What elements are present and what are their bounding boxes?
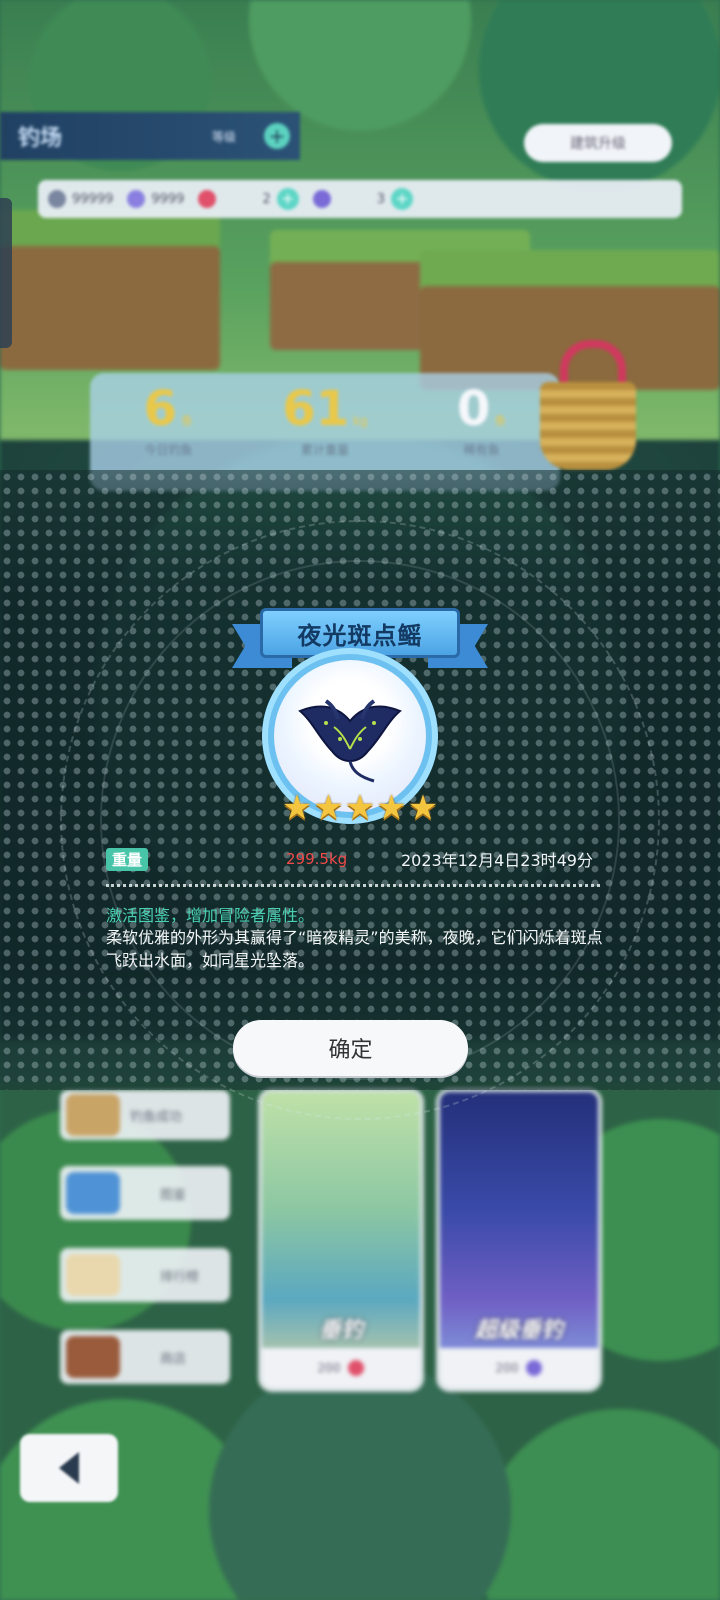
purple-orb-icon xyxy=(312,190,331,208)
shop-icon xyxy=(66,1336,120,1378)
terrace xyxy=(0,210,220,370)
star-icon: ★ xyxy=(407,788,439,828)
fishing-card[interactable]: 垂钓 200 xyxy=(262,1092,420,1388)
resource-coins: 99999 xyxy=(48,190,113,208)
chest-icon xyxy=(66,1094,120,1136)
back-button[interactable] xyxy=(20,1434,118,1502)
weight-value: 299.5kg xyxy=(286,850,348,868)
side-menu-label: 图鉴 xyxy=(160,1187,187,1203)
price-value: 200 xyxy=(495,1361,519,1375)
activate-collection-text: 激活图鉴，增加冒险者属性。 xyxy=(106,906,315,925)
star-icon: ★ xyxy=(344,788,376,828)
side-menu-label: 商店 xyxy=(160,1351,187,1367)
red-orb-icon xyxy=(198,190,217,208)
star-icon: ★ xyxy=(313,788,344,828)
back-arrow-icon xyxy=(59,1452,79,1484)
book-icon xyxy=(66,1172,120,1214)
resource-value: 99999 xyxy=(72,191,114,207)
stat-number: 0 xyxy=(456,381,491,437)
stat-unit: 条 xyxy=(494,414,507,428)
basket-body xyxy=(540,382,636,470)
catch-info-row: 重量 299.5kg 2023年12月4日23时49分 xyxy=(106,846,606,872)
card-label: 超级垂钓 xyxy=(474,1318,563,1343)
side-menu-item-shop[interactable]: 商店 xyxy=(60,1330,230,1384)
stat-number: 61 xyxy=(282,381,350,437)
side-menu-label: 排行榜 xyxy=(160,1269,200,1285)
add-purple-orb-button[interactable]: + xyxy=(391,188,414,210)
side-menu-item-collection[interactable]: 图鉴 xyxy=(60,1166,230,1220)
purple-orb-icon xyxy=(526,1360,543,1376)
stat-unit: kg xyxy=(353,414,368,428)
price-value: 200 xyxy=(317,1361,341,1375)
side-drawer-tab[interactable] xyxy=(0,198,12,348)
stat-unit: 条 xyxy=(181,414,194,428)
card-price: 200 xyxy=(440,1348,598,1388)
scroll-icon xyxy=(66,1254,120,1296)
red-orb-icon xyxy=(348,1360,365,1376)
fish-description: 柔软优雅的外形为其赢得了“暗夜精灵”的美称，夜晚，它们闪烁着斑点飞跃出水面，如同… xyxy=(106,928,603,970)
side-menu-label: 钓鱼成功 xyxy=(130,1109,183,1125)
coin-icon xyxy=(48,190,66,208)
rarity-stars: ★ ★ ★ ★ ★ xyxy=(280,790,440,826)
resource-value: 3 xyxy=(376,191,386,207)
resource-purple-orb: 3 + xyxy=(312,188,414,210)
build-upgrade-button[interactable]: 建筑升级 xyxy=(524,124,672,162)
resource-red-orb: 2 + xyxy=(198,188,299,210)
side-menu-item-success[interactable]: 钓鱼成功 xyxy=(60,1090,230,1140)
add-red-orb-button[interactable]: + xyxy=(276,188,299,210)
location-title: 钓场 xyxy=(18,126,63,151)
stat-number: 6 xyxy=(143,381,178,437)
weight-label: 重量 xyxy=(106,847,149,871)
side-menu-item-ranking[interactable]: 排行榜 xyxy=(60,1248,230,1302)
level-plus-button[interactable]: + xyxy=(264,123,290,149)
basket-icon[interactable] xyxy=(540,340,640,470)
dotted-divider xyxy=(106,884,600,887)
resource-value: 2 xyxy=(262,191,271,207)
location-bar: 钓场 等级 + xyxy=(0,112,300,160)
stat-label: 今日钓鱼 xyxy=(144,443,193,457)
card-label: 垂钓 xyxy=(318,1318,363,1343)
star-icon: ★ xyxy=(281,788,313,828)
catch-date: 2023年12月4日23时49分 xyxy=(401,851,593,870)
star-icon: ★ xyxy=(376,788,407,828)
gem-icon xyxy=(127,190,146,208)
resource-value: 9999 xyxy=(151,191,185,207)
super-fishing-card[interactable]: 超级垂钓 200 xyxy=(440,1092,598,1388)
stat-label: 稀有鱼 xyxy=(463,443,500,457)
stat-label: 累计重量 xyxy=(301,443,350,457)
confirm-button[interactable]: 确定 xyxy=(233,1020,468,1076)
level-text: 等级 xyxy=(211,129,236,144)
card-price: 200 xyxy=(262,1348,420,1388)
manta-ray-icon xyxy=(298,699,402,783)
resource-gems: 9999 xyxy=(127,190,184,208)
resource-bar: 99999 9999 2 + 3 + xyxy=(38,180,682,218)
